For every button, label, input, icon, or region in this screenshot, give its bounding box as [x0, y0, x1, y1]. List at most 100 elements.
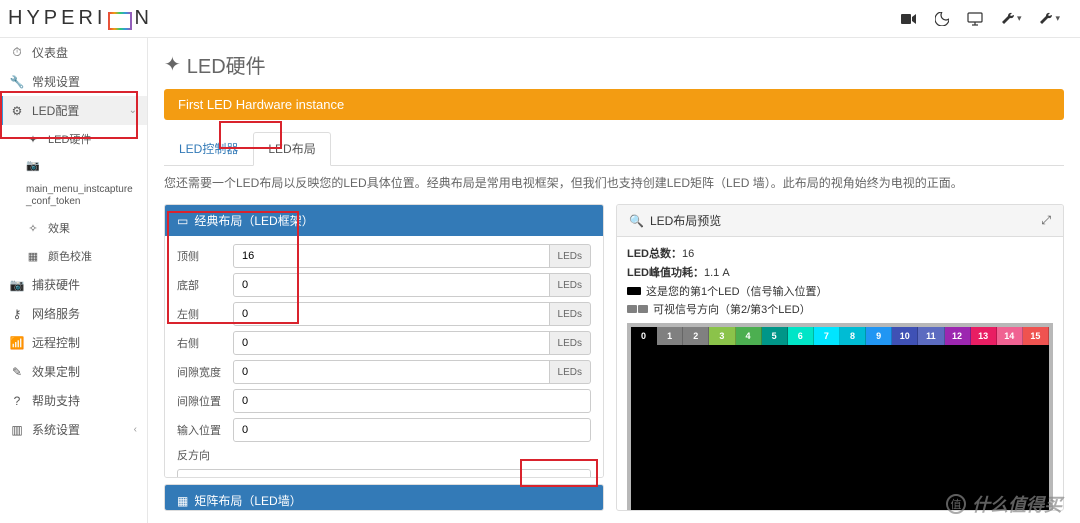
wrench-dropdown2-icon[interactable]: ▾ — [1039, 12, 1060, 26]
watermark: 值 什么值得买 — [946, 491, 1062, 517]
advanced-settings-toggle[interactable]: ⚙ 高级设置 ⌄ — [177, 469, 591, 478]
addon-leds: LEDs — [550, 244, 591, 268]
tabs: LED控制器 LED布局 — [164, 132, 1064, 166]
led-cell: 11 — [918, 327, 944, 345]
sidebar-item-capture[interactable]: 📷 — [0, 153, 147, 178]
bulb-icon: ✦ — [26, 133, 40, 146]
classic-panel-header[interactable]: ▭ 经典布局（LED框架） — [165, 205, 603, 236]
instance-banner: First LED Hardware instance — [164, 89, 1064, 120]
monitor-icon[interactable] — [967, 12, 983, 26]
watermark-logo: 值 — [946, 494, 966, 514]
addon-leds: LEDs — [550, 331, 591, 355]
tv-icon: ▭ — [177, 214, 188, 228]
input-input-pos[interactable] — [233, 418, 591, 442]
wrench-dropdown-icon[interactable]: ▾ — [1001, 12, 1022, 26]
dashboard-icon: ⏱ — [10, 45, 24, 60]
logo: HYPERIN — [8, 7, 153, 30]
image-icon: ▦ — [26, 250, 40, 263]
camera2-icon: 📷 — [10, 278, 24, 292]
swatch-black — [627, 287, 641, 295]
matrix-layout-panel: ▦ 矩阵布局（LED墙） — [164, 484, 604, 511]
label-left: 左侧 — [177, 306, 225, 322]
led-cell: 14 — [997, 327, 1023, 345]
input-left[interactable] — [233, 302, 550, 326]
led-cell: 5 — [762, 327, 788, 345]
input-gap-width[interactable] — [233, 360, 550, 384]
sidebar-item-color-cal[interactable]: ▦颜色校准 — [0, 242, 147, 270]
page-title: ✦ LED硬件 — [164, 50, 1064, 79]
led-preview-frame: 0123456789101112131415 — [627, 323, 1053, 511]
swatch-grey — [627, 305, 648, 313]
sliders-icon: ⚙ — [188, 478, 198, 479]
sidebar-item-led-hardware[interactable]: ✦LED硬件 — [0, 125, 147, 153]
led-cell: 0 — [631, 327, 657, 345]
input-right[interactable] — [233, 331, 550, 355]
camera-icon: 📷 — [26, 159, 40, 172]
led-cell: 2 — [683, 327, 709, 345]
led-power: LED峰值功耗：1.1 A — [627, 264, 1053, 280]
label-gap-pos: 间隙位置 — [177, 393, 225, 409]
input-top[interactable] — [233, 244, 550, 268]
led-cell: 12 — [945, 327, 971, 345]
legend-first-led: 这是您的第1个LED（信号输入位置） — [627, 283, 1053, 299]
grid-icon: ▦ — [177, 494, 188, 508]
led-cell: 9 — [866, 327, 892, 345]
chevron-down-icon: ⌄ — [129, 105, 137, 116]
sidebar-item-capture-hw[interactable]: 📷捕获硬件 — [0, 270, 147, 299]
tab-controller[interactable]: LED控制器 — [164, 132, 253, 165]
input-gap-pos[interactable] — [233, 389, 591, 413]
label-gap-width: 间隙宽度 — [177, 364, 225, 380]
led-cell: 10 — [892, 327, 918, 345]
chevron-left-icon: ‹ — [134, 424, 137, 435]
input-bottom[interactable] — [233, 273, 550, 297]
label-reverse: 反方向 — [177, 447, 225, 463]
label-right: 右侧 — [177, 335, 225, 351]
chart-icon: ▥ — [10, 423, 24, 437]
video-icon[interactable] — [901, 13, 917, 25]
network-icon: ⚷ — [10, 307, 24, 321]
led-cell: 3 — [709, 327, 735, 345]
sidebar-item-system[interactable]: ▥系统设置‹ — [0, 415, 147, 444]
top-icons: ▾ ▾ — [901, 12, 1060, 26]
preview-panel: 🔍 LED布局预览 ⤢ LED总数：16 LED峰值功耗：1.1 A 这是您的第… — [616, 204, 1064, 511]
classic-layout-panel: ▭ 经典布局（LED框架） 顶侧LEDs 底部LEDs 左侧LEDs 右侧LED… — [164, 204, 604, 478]
matrix-panel-header[interactable]: ▦ 矩阵布局（LED墙） — [165, 485, 603, 511]
addon-leds: LEDs — [550, 302, 591, 326]
preview-header: 🔍 LED布局预览 ⤢ — [617, 205, 1063, 237]
wifi-icon: 📶 — [10, 336, 24, 350]
moon-icon[interactable] — [935, 12, 949, 26]
expand-icon[interactable]: ⤢ — [1041, 213, 1051, 228]
addon-leds: LEDs — [550, 360, 591, 384]
sidebar-item-instcapture[interactable]: main_menu_instcapture_conf_token — [0, 178, 147, 214]
help-icon: ? — [10, 394, 24, 408]
topbar: HYPERIN ▾ ▾ — [0, 0, 1080, 38]
wrench-icon: 🔧 — [10, 75, 24, 89]
led-cell: 4 — [736, 327, 762, 345]
sparkle-icon: ✧ — [26, 222, 40, 235]
label-input-pos: 输入位置 — [177, 422, 225, 438]
led-cell: 1 — [657, 327, 683, 345]
sidebar-item-help[interactable]: ?帮助支持 — [0, 386, 147, 415]
sidebar-item-led-config[interactable]: ⚙LED配置⌄ — [0, 96, 147, 125]
led-cell: 6 — [788, 327, 814, 345]
sidebar: ⏱仪表盘 🔧常规设置 ⚙LED配置⌄ ✦LED硬件 📷 main_menu_in… — [0, 38, 148, 523]
main: ✦ LED硬件 First LED Hardware instance LED控… — [148, 38, 1080, 523]
pen-icon: ✎ — [10, 365, 24, 379]
search-icon: 🔍 — [629, 214, 644, 228]
sidebar-item-remote[interactable]: 📶远程控制 — [0, 328, 147, 357]
sidebar-item-general[interactable]: 🔧常规设置 — [0, 67, 147, 96]
label-top: 顶侧 — [177, 248, 225, 264]
sidebar-item-effects[interactable]: ✧效果 — [0, 214, 147, 242]
sidebar-item-effect-custom[interactable]: ✎效果定制 — [0, 357, 147, 386]
led-cell: 13 — [971, 327, 997, 345]
sidebar-item-dashboard[interactable]: ⏱仪表盘 — [0, 38, 147, 67]
layout-description: 您还需要一个LED布局以反映您的LED具体位置。经典布局是常用电视框架，但我们也… — [164, 174, 1064, 192]
bulb-icon: ✦ — [164, 52, 181, 77]
led-cell: 8 — [840, 327, 866, 345]
legend-direction: 可视信号方向（第2/第3个LED） — [627, 301, 1053, 317]
sidebar-item-network[interactable]: ⚷网络服务 — [0, 299, 147, 328]
preview-body: LED总数：16 LED峰值功耗：1.1 A 这是您的第1个LED（信号输入位置… — [617, 237, 1063, 511]
gear-icon: ⚙ — [10, 104, 24, 118]
tab-layout[interactable]: LED布局 — [253, 132, 330, 166]
led-cell: 7 — [814, 327, 840, 345]
